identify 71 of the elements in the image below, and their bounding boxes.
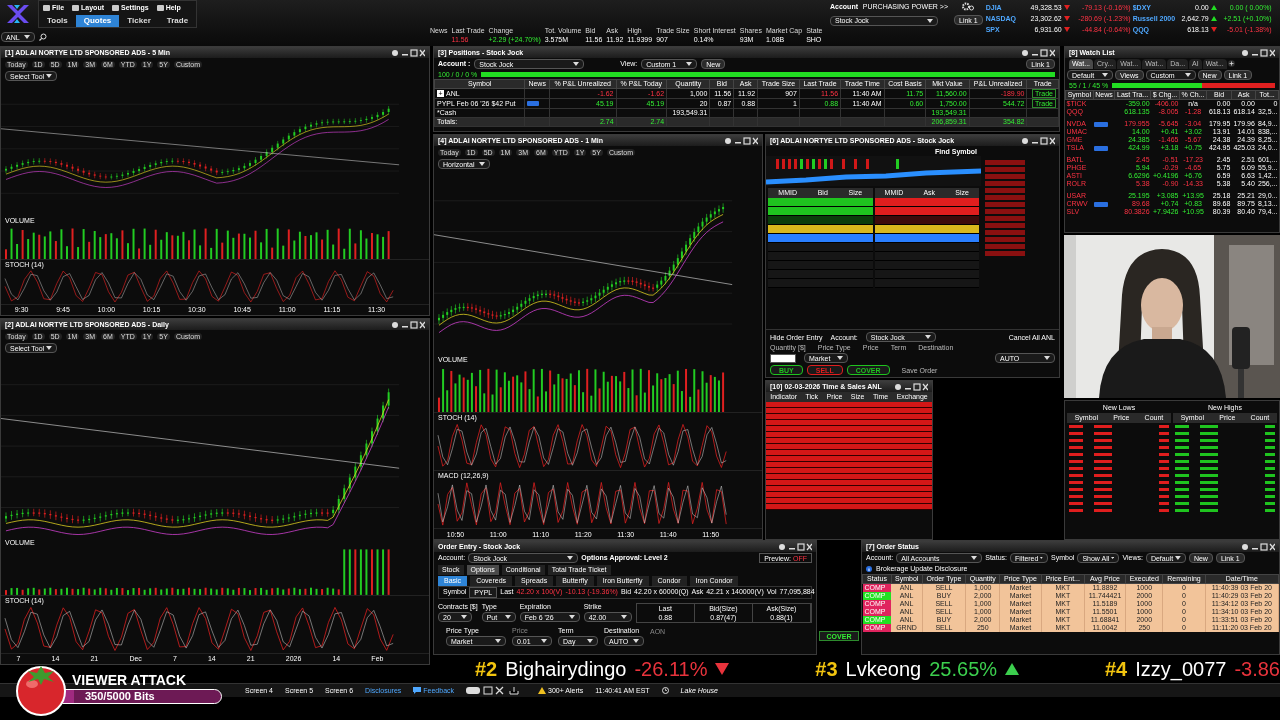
menu-item-icon xyxy=(156,4,164,11)
add-tab-icon[interactable] xyxy=(1227,60,1235,67)
caret-icon xyxy=(1040,556,1044,560)
news-icon[interactable] xyxy=(1094,121,1109,127)
caret-icon xyxy=(927,18,933,23)
user-name: Izzy_0077 xyxy=(1135,659,1227,679)
window-controls-icon[interactable] xyxy=(1241,48,1275,57)
window-controls-icon[interactable] xyxy=(1021,48,1055,57)
change-text: -26.11% xyxy=(634,659,708,679)
rank-text: #2 xyxy=(475,659,498,679)
window-controls-icon[interactable] xyxy=(778,542,812,551)
news-icon[interactable] xyxy=(527,101,540,106)
user-name: Bighairydingo xyxy=(505,659,627,679)
menu-item-icon xyxy=(112,4,119,11)
progress-text: 350/5000 Bits xyxy=(84,690,155,702)
info-icon xyxy=(866,566,872,572)
caret-icon xyxy=(633,639,639,643)
caret-icon xyxy=(46,74,52,78)
change-text: 25.65% xyxy=(929,659,998,679)
badge-title: VIEWER ATTACK xyxy=(71,672,188,687)
caret-icon xyxy=(837,356,843,360)
menu-item-icon xyxy=(72,4,80,11)
caret-icon xyxy=(504,615,511,619)
caret-icon xyxy=(461,615,467,619)
book-row[interactable] xyxy=(874,225,979,234)
window-controls-icon[interactable] xyxy=(724,136,758,145)
menu-item-icon xyxy=(43,4,50,11)
user-name: Lvkeong xyxy=(845,659,922,679)
quantity-field[interactable] xyxy=(770,353,796,363)
book-row[interactable] xyxy=(768,207,873,216)
caret-icon xyxy=(24,35,30,39)
caret-icon xyxy=(1102,73,1108,77)
gear-icon[interactable] xyxy=(962,2,975,11)
window-controls-icon[interactable] xyxy=(1241,542,1275,551)
book-row[interactable] xyxy=(768,234,873,243)
clock-icon xyxy=(661,687,669,694)
caret-icon xyxy=(1175,556,1181,560)
window-controls-icon[interactable] xyxy=(894,382,928,391)
caret-icon xyxy=(567,556,574,560)
caret-icon xyxy=(971,556,978,560)
menu-tab[interactable]: Quotes xyxy=(75,14,120,27)
rank-text: #3 xyxy=(815,659,838,679)
menu-tab[interactable]: Tools xyxy=(39,14,76,27)
caret-icon xyxy=(568,615,575,619)
caret-icon xyxy=(479,162,485,166)
book-row[interactable] xyxy=(768,198,873,207)
news-icon[interactable] xyxy=(1094,145,1109,151)
caret-icon xyxy=(620,615,627,619)
caret-icon xyxy=(1111,556,1115,560)
warning-icon xyxy=(538,687,547,694)
book-row[interactable] xyxy=(874,234,979,243)
caret-icon xyxy=(573,62,580,66)
caret-icon xyxy=(924,335,931,339)
caret-icon xyxy=(541,639,547,643)
window-controls-icon[interactable] xyxy=(1021,136,1055,145)
rank-text: #4 xyxy=(1104,659,1128,679)
caret-icon xyxy=(587,639,593,643)
caret-icon xyxy=(1184,73,1191,77)
caret-icon xyxy=(686,62,693,66)
change-text: -3.86 xyxy=(1234,659,1280,679)
book-row[interactable] xyxy=(768,225,873,234)
caret-icon xyxy=(495,639,501,643)
menu-tab[interactable]: Trade xyxy=(158,14,197,27)
caret-icon xyxy=(1044,356,1050,360)
speech-bubble-icon xyxy=(413,687,422,694)
caret-icon xyxy=(46,346,52,350)
window-controls-icon[interactable] xyxy=(391,48,425,57)
window-controls-icon[interactable] xyxy=(391,320,425,329)
news-icon[interactable] xyxy=(1094,201,1109,207)
search-icon[interactable] xyxy=(39,33,47,41)
menu-tab[interactable]: Ticker xyxy=(119,14,159,27)
